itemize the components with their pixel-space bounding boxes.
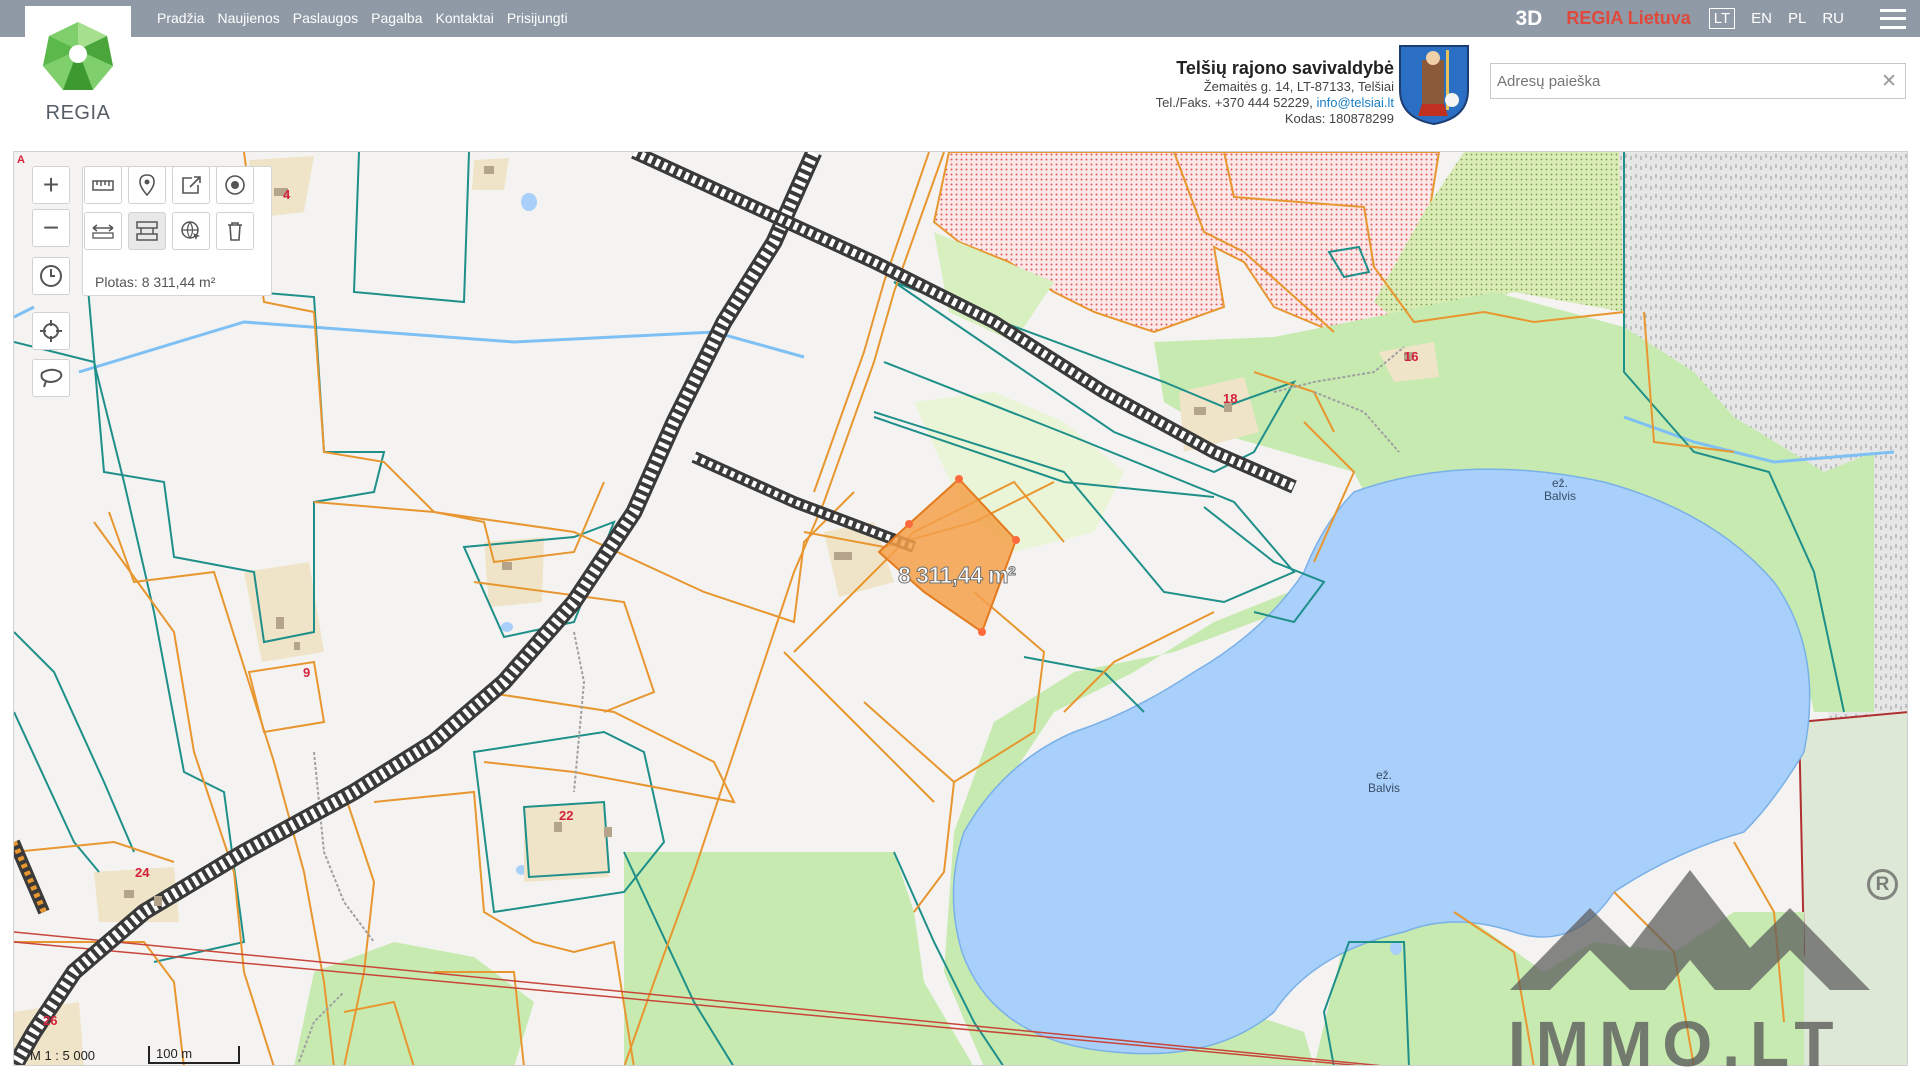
municipality-address: Žemaitės g. 14, LT-87133, Telšiai [1156,79,1394,95]
nav-paslaugos[interactable]: Paslaugos [293,10,358,26]
clock-icon [39,264,63,288]
municipality-email-link[interactable]: info@telsiai.lt [1316,95,1394,110]
lang-pl[interactable]: PL [1788,10,1806,27]
lake-label: ež. Balvis [1368,769,1400,795]
trash-icon [226,221,244,241]
scale-bar: 100 m [148,1046,240,1064]
globe-cursor-icon [180,220,202,242]
ruler-icon [92,178,114,192]
address-search-input[interactable] [1491,64,1871,98]
delete-button[interactable] [216,212,254,250]
plot-number: 24 [135,865,149,880]
municipality-title: Telšių rajono savivaldybė [1156,58,1394,79]
ruler-area-icon [135,220,159,242]
plot-number: 9 [303,665,310,680]
lasso-icon [38,367,64,389]
ruler-arrows-icon [91,223,115,239]
plot-number: 4 [283,187,290,202]
point-button[interactable] [216,166,254,204]
right-nav: 3D REGIA Lietuva LT EN PL RU [1516,0,1920,37]
share-icon [180,175,202,195]
registered-mark: R [1867,869,1898,900]
regia-logo[interactable]: REGIA [25,6,131,126]
lang-en[interactable]: EN [1751,10,1772,27]
regia-logo-icon [41,20,115,94]
municipality-phone: Tel./Faks. +370 444 52229, [1156,95,1313,110]
municipality-contacts: Tel./Faks. +370 444 52229, info@telsiai.… [1156,95,1394,111]
regia-lietuva-link[interactable]: REGIA Lietuva [1566,8,1690,29]
target-icon [224,174,246,196]
nav-pradzia[interactable]: Pradžia [157,10,204,26]
clear-search-icon[interactable]: ✕ [1881,70,1897,93]
pond [501,622,513,632]
immo-logo-icon [1500,860,1910,1000]
menu-icon[interactable] [1880,9,1906,29]
pond [1390,941,1402,955]
zoom-out-icon: − [43,212,59,244]
lake-label: ež. Balvis [1544,477,1576,503]
plot-number: 26 [43,1013,57,1028]
address-search: ✕ [1490,63,1906,99]
nav-naujienos[interactable]: Naujienos [217,10,279,26]
crosshair-icon [40,320,62,342]
lang-lt[interactable]: LT [1709,8,1735,29]
municipality-code: Kodas: 180878299 [1156,111,1394,127]
measure-area-button[interactable] [128,212,166,250]
locate-button[interactable] [32,312,70,350]
lake-label-name: Balvis [1544,490,1576,503]
map-corner-label: A [17,154,25,166]
homestead [484,537,544,607]
nav-kontaktai[interactable]: Kontaktai [436,10,494,26]
zoom-out-button[interactable]: − [32,209,70,247]
nav-prisijungti[interactable]: Prisijungti [507,10,568,26]
lang-ru[interactable]: RU [1822,10,1844,27]
coat-of-arms-icon [1398,44,1470,126]
measure-distance-button[interactable] [84,166,122,204]
logo-text: REGIA [25,102,131,125]
map-pin-icon [139,174,155,196]
pond [521,193,537,211]
plot-number: 22 [559,808,573,823]
measure-result: Plotas: 8 311,44 m² [95,274,215,290]
zoom-in-button[interactable]: + [32,166,70,204]
plot-number: 16 [1404,349,1418,364]
scale-ratio: M 1 : 5 000 [30,1048,95,1063]
3d-button[interactable]: 3D [1516,7,1543,31]
immo-watermark: IMMO.LT [1508,1007,1843,1081]
share-button[interactable] [172,166,210,204]
zoom-in-icon: + [43,169,59,201]
municipality-info: Telšių rajono savivaldybė Žemaitės g. 14… [1156,58,1394,127]
plot-number: 18 [1223,391,1237,406]
selected-area-label: 8 311,44 m² [898,562,1015,589]
lake-label-name: Balvis [1368,782,1400,795]
lasso-select-button[interactable] [32,359,70,397]
history-button[interactable] [32,257,70,295]
select-features-button[interactable] [172,212,210,250]
measure-line-button[interactable] [84,212,122,250]
marker-button[interactable] [128,166,166,204]
main-nav: Pradžia Naujienos Paslaugos Pagalba Kont… [157,10,568,26]
nav-pagalba[interactable]: Pagalba [371,10,422,26]
